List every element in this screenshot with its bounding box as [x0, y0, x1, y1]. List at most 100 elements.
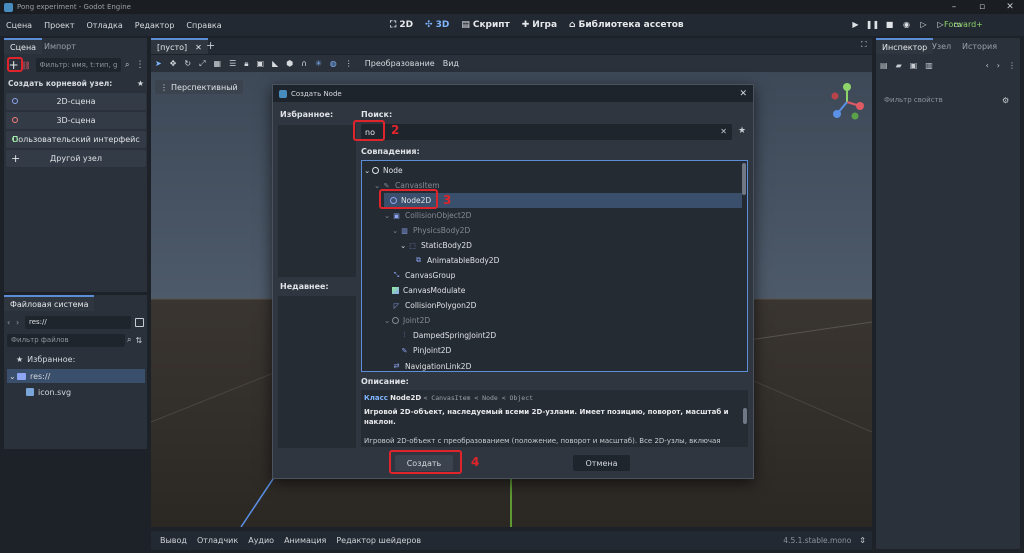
create-3d-scene-button[interactable]: 3D-сцена [6, 112, 146, 129]
tree-item-node[interactable]: ⌄ Node [364, 163, 403, 178]
history-back-icon[interactable]: ‹ [986, 61, 989, 70]
load-resource-icon[interactable]: ▰ [896, 61, 902, 70]
menu-project[interactable]: Проект [38, 21, 80, 30]
bottom-output[interactable]: Вывод [155, 536, 192, 545]
tab-inspector[interactable]: Инспектор [876, 38, 934, 54]
environment-icon[interactable]: ◍ [330, 59, 337, 68]
mode-script[interactable]: ▤ Скрипт [455, 20, 515, 30]
tab-import[interactable]: Импорт [38, 38, 82, 54]
lock-icon[interactable]: 🔒︎ [244, 59, 248, 69]
node-search-input[interactable]: no ✕ [361, 124, 732, 140]
split-icon[interactable] [135, 317, 144, 327]
ruler-icon[interactable]: ◣ [272, 59, 278, 68]
fs-file-row[interactable]: icon.svg [26, 385, 71, 399]
play-scene-icon[interactable]: ▷ [916, 17, 931, 32]
tree-item-navigationlink2d[interactable]: ⇄ NavigationLink2D [392, 361, 472, 371]
fs-filter-input[interactable]: Фильтр файлов [7, 333, 125, 347]
transform-menu[interactable]: Преобразование [365, 59, 435, 68]
snap-icon[interactable]: ∩ [301, 59, 307, 68]
tree-scrollbar[interactable] [742, 163, 746, 195]
description-scrollbar[interactable] [743, 408, 747, 424]
list-select-icon[interactable]: ☰ [229, 59, 236, 68]
tab-empty-scene[interactable]: [пусто] ✕ [151, 38, 208, 54]
create-2d-scene-button[interactable]: 2D-сцена [6, 93, 146, 110]
menu-scene[interactable]: Сцена [0, 21, 38, 30]
scene-filter-input[interactable]: Фильтр: имя, t:тип, g [35, 58, 121, 72]
favorites-list[interactable] [278, 125, 356, 277]
physicsbody2d-icon: ▥ [401, 226, 408, 235]
property-filter-input[interactable]: Фильтр свойств [880, 94, 996, 107]
close-tab-icon[interactable]: ✕ [195, 43, 202, 52]
mode-game[interactable]: ✚ Игра [516, 20, 563, 30]
cancel-button[interactable]: Отмена [573, 455, 630, 471]
select-tool-icon[interactable]: ➤ [155, 59, 162, 68]
favorite-toggle-icon[interactable]: ★ [735, 126, 749, 140]
tools-icon[interactable]: ⚙ [1002, 96, 1009, 105]
history-forward-icon[interactable]: › [997, 61, 1000, 70]
tab-filesystem[interactable]: Файловая система [4, 295, 95, 311]
menu-debug[interactable]: Отладка [81, 21, 129, 30]
clear-search-icon[interactable]: ✕ [720, 127, 727, 136]
group-icon[interactable]: ▣ [257, 59, 265, 68]
distraction-free-icon[interactable]: ⛶ [861, 40, 867, 50]
star-icon[interactable]: ★ [137, 79, 144, 88]
more-icon[interactable]: ⋮ [136, 60, 145, 70]
forward-icon[interactable]: › [16, 318, 25, 327]
tree-item-canvasgroup[interactable]: ⤡ CanvasGroup [392, 268, 456, 283]
remote-debug-icon[interactable]: ◉ [899, 17, 914, 32]
play-icon[interactable]: ▶ [848, 17, 863, 32]
tree-item-joint2d[interactable]: ⌄ Joint2D [384, 313, 430, 328]
tab-history[interactable]: История [956, 38, 1003, 54]
pause-icon[interactable]: ❚❚ [865, 17, 880, 32]
create-ui-button[interactable]: Пользовательский интерфейс [6, 131, 146, 148]
tree-item-dampedspringjoint2d[interactable]: ⫶ DampedSpringJoint2D [400, 328, 497, 343]
tree-item-collisionpolygon2d[interactable]: ◸ CollisionPolygon2D [392, 298, 477, 313]
tree-item-staticbody2d[interactable]: ⌄ ⬚ StaticBody2D [400, 238, 472, 253]
perspective-button[interactable]: ⋮ Перспективный [155, 80, 243, 94]
more-options-icon[interactable]: ⋮ [345, 59, 353, 68]
selectable-icon[interactable]: ▦ [214, 59, 222, 68]
other-node-button[interactable]: + Другой узел [6, 150, 146, 167]
bottom-shader-editor[interactable]: Редактор шейдеров [331, 536, 426, 545]
stop-icon[interactable]: ■ [882, 17, 897, 32]
bottom-audio[interactable]: Аудио [243, 536, 279, 545]
menu-help[interactable]: Справка [180, 21, 227, 30]
mode-2d[interactable]: ⛶ 2D [384, 20, 419, 30]
recent-list[interactable] [278, 296, 356, 448]
local-space-icon[interactable]: ⬢ [286, 59, 293, 68]
view-gizmo[interactable] [827, 82, 867, 122]
scale-tool-icon[interactable]: ⤢ [199, 59, 205, 69]
new-resource-icon[interactable]: ▤ [880, 61, 888, 70]
renderer-select[interactable]: Forward+ [944, 20, 983, 29]
tree-item-collisionobject2d[interactable]: ⌄ ▣ CollisionObject2D [384, 208, 471, 223]
fs-favorites[interactable]: Избранное: [27, 355, 75, 364]
back-icon[interactable]: ‹ [7, 318, 16, 327]
fs-path-input[interactable]: res:// [25, 315, 131, 329]
view-menu[interactable]: Вид [443, 59, 459, 68]
maximize-icon[interactable]: ▫ [968, 2, 996, 12]
add-tab-icon[interactable]: + [206, 39, 215, 52]
bottom-debugger[interactable]: Отладчик [192, 536, 243, 545]
close-window-icon[interactable]: ✕ [996, 2, 1024, 12]
layout-icon[interactable]: ⇕ [859, 536, 866, 545]
tree-item-pinjoint2d[interactable]: ✎ PinJoint2D [400, 343, 452, 358]
save-icon[interactable]: ▣ [910, 61, 918, 70]
sort-icon[interactable]: ⇅ [135, 336, 142, 345]
menu-editor[interactable]: Редактор [129, 21, 181, 30]
tree-item-physicsbody2d[interactable]: ⌄ ▥ PhysicsBody2D [392, 223, 470, 238]
tab-scene[interactable]: Сцена [4, 38, 43, 54]
minimize-icon[interactable]: – [940, 2, 968, 12]
history-list-icon[interactable]: ⋮ [1008, 61, 1016, 70]
close-dialog-icon[interactable]: ✕ [739, 89, 747, 99]
tab-node[interactable]: Узел [926, 38, 957, 54]
tree-item-animatablebody2d[interactable]: ⧉ AnimatableBody2D [414, 253, 499, 268]
rotate-tool-icon[interactable]: ↻ [184, 59, 191, 68]
fs-root-row[interactable]: ⌄ res:// [7, 369, 145, 383]
sun-icon[interactable]: ✳ [315, 59, 322, 68]
mode-asset-library[interactable]: ⌂ Библиотека ассетов [563, 20, 690, 30]
bottom-animation[interactable]: Анимация [279, 536, 331, 545]
tree-item-canvasmodulate[interactable]: CanvasModulate [392, 283, 465, 298]
extra-icon[interactable]: ▥ [925, 61, 933, 70]
mode-3d[interactable]: ✣ 3D [419, 20, 455, 30]
move-tool-icon[interactable]: ✥ [170, 59, 177, 68]
